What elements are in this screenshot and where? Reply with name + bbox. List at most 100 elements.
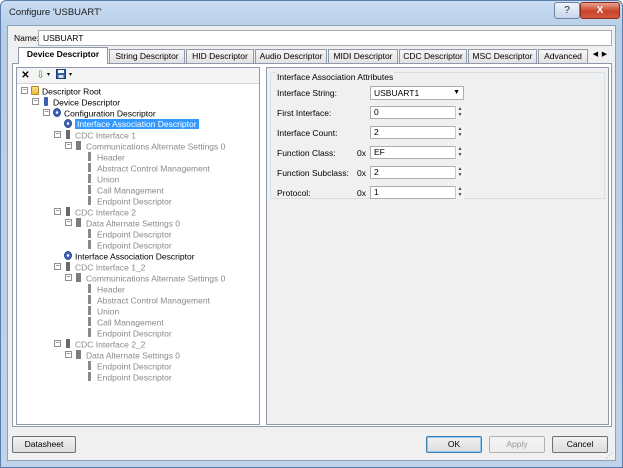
ok-button[interactable]: OK (426, 436, 482, 453)
interface-string-select[interactable]: USBUART1 ▼ (370, 86, 464, 100)
tree-node-label: Configuration Descriptor (64, 108, 156, 119)
collapse-toggle-icon[interactable]: − (54, 340, 61, 348)
tree-node[interactable]: Endpoint Descriptor (76, 240, 172, 251)
tree-node[interactable]: − Data Alternate Settings 0 (65, 218, 180, 229)
tree-node[interactable]: − CDC Interface 2_2 (54, 339, 145, 350)
apply-button[interactable]: Apply (489, 436, 545, 453)
item-icon (88, 196, 91, 206)
tree-node[interactable]: Abstract Control Management (76, 295, 210, 306)
function-class-row: Function Class: 0x EF ▲ ▼ (277, 146, 605, 160)
collapse-toggle-icon[interactable]: − (54, 208, 61, 216)
tree-node-label: Descriptor Root (42, 86, 102, 97)
collapse-toggle-icon[interactable]: − (54, 131, 61, 139)
item-icon (88, 361, 91, 371)
tree-node-label: Call Management (97, 317, 164, 328)
tree-node-label: Device Descriptor (53, 97, 121, 108)
tree-node[interactable]: Abstract Control Management (76, 163, 210, 174)
tree-node[interactable]: − Configuration Descriptor (43, 108, 156, 119)
collapse-toggle-icon[interactable]: − (43, 109, 50, 117)
tree-node[interactable]: Union (76, 306, 119, 317)
tab-string-descriptor[interactable]: String Descriptor (109, 49, 185, 63)
save-dropdown-chevron-icon[interactable]: ▾ (67, 69, 74, 82)
spin-down-icon[interactable]: ▼ (456, 192, 464, 198)
protocol-row: Protocol: 0x 1 ▲ ▼ (277, 186, 605, 200)
interface-count-spinner[interactable]: ▲ ▼ (455, 126, 464, 139)
tab-midi-descriptor[interactable]: MIDI Descriptor (328, 49, 398, 63)
tree-node[interactable]: Endpoint Descriptor (76, 196, 172, 207)
tab-cdc-descriptor[interactable]: CDC Descriptor (399, 49, 467, 63)
tree-node[interactable]: − Communications Alternate Settings 0 (65, 141, 225, 152)
tree-node[interactable]: − CDC Interface 2 (54, 207, 136, 218)
tree-node[interactable]: − Descriptor Root (21, 86, 101, 97)
tree-node[interactable]: − CDC Interface 1_2 (54, 262, 145, 273)
collapse-toggle-icon[interactable]: − (54, 263, 61, 271)
function-subclass-spinner[interactable]: ▲ ▼ (455, 166, 464, 179)
first-interface-spinner[interactable]: ▲ ▼ (455, 106, 464, 119)
tree-node-label: Union (97, 306, 120, 317)
collapse-toggle-icon[interactable]: − (21, 87, 28, 95)
spin-down-icon[interactable]: ▼ (456, 172, 464, 178)
tree-node[interactable]: Endpoint Descriptor (76, 361, 172, 372)
interface-association-attributes-group: Interface Association Attributes Interfa… (270, 72, 605, 199)
tree-node[interactable]: − CDC Interface 1 (54, 130, 136, 141)
tab-advanced[interactable]: Advanced (538, 49, 588, 63)
interface-count-input[interactable]: 2 (370, 126, 464, 139)
tab-msc-descriptor[interactable]: MSC Descriptor (468, 49, 537, 63)
function-subclass-input[interactable]: 2 (370, 166, 464, 179)
protocol-spinner[interactable]: ▲ ▼ (455, 186, 464, 199)
descriptor-tree-pane: ✕ ⇩ ▾ ▾ − Descriptor Root − Device Descript… (16, 67, 260, 425)
tree-node-label: Interface Association Descriptor (75, 119, 199, 130)
collapse-toggle-icon[interactable]: − (65, 274, 72, 282)
resize-grip-icon[interactable]: ⋰ (606, 452, 614, 460)
function-subclass-label: Function Subclass: (277, 168, 349, 178)
first-interface-input[interactable]: 0 (370, 106, 464, 119)
tab-audio-descriptor[interactable]: Audio Descriptor (255, 49, 327, 63)
tree-node-label: Communications Alternate Settings 0 (86, 141, 226, 152)
tree-node-label: Data Alternate Settings 0 (86, 218, 181, 229)
collapse-toggle-icon[interactable]: − (32, 98, 39, 106)
tree-node[interactable]: Call Management (76, 185, 164, 196)
item-icon (88, 174, 91, 184)
spin-down-icon[interactable]: ▼ (456, 132, 464, 138)
add-dropdown-chevron-icon[interactable]: ▾ (45, 69, 52, 82)
function-class-spinner[interactable]: ▲ ▼ (455, 146, 464, 159)
spin-down-icon[interactable]: ▼ (456, 112, 464, 118)
tree-node-label: Interface Association Descriptor (75, 251, 195, 262)
pane-splitter[interactable] (261, 67, 265, 425)
help-button[interactable]: ? (554, 2, 580, 19)
tree-node[interactable]: Call Management (76, 317, 164, 328)
tree-node-label: Endpoint Descriptor (97, 372, 172, 383)
tree-node[interactable]: Endpoint Descriptor (76, 372, 172, 383)
save-icon[interactable] (55, 69, 66, 82)
close-button[interactable]: X (580, 2, 620, 19)
delete-icon[interactable]: ✕ (20, 69, 31, 82)
tree-node[interactable]: Endpoint Descriptor (76, 229, 172, 240)
alternate-icon (76, 141, 81, 151)
tab-device-descriptor[interactable]: Device Descriptor (18, 47, 108, 64)
item-icon (88, 295, 91, 305)
tab-hid-descriptor[interactable]: HID Descriptor (186, 49, 254, 63)
tree-node[interactable]: − Communications Alternate Settings 0 (65, 273, 225, 284)
tab-scroll-left-icon[interactable]: ◀ (591, 49, 600, 61)
tree-node[interactable]: Interface Association Descriptor (54, 251, 195, 262)
tree-node[interactable]: Union (76, 174, 119, 185)
tree-node[interactable]: Interface Association Descriptor (54, 119, 199, 130)
interface-icon (66, 262, 70, 272)
collapse-toggle-icon[interactable]: − (65, 219, 72, 227)
name-input[interactable]: USBUART (38, 30, 612, 46)
tree-node[interactable]: Endpoint Descriptor (76, 328, 172, 339)
tree-node[interactable]: − Data Alternate Settings 0 (65, 350, 180, 361)
cancel-button[interactable]: Cancel (552, 436, 608, 453)
tree-node[interactable]: − Device Descriptor (32, 97, 120, 108)
tab-scroll-right-icon[interactable]: ▶ (600, 49, 609, 61)
protocol-input[interactable]: 1 (370, 186, 464, 199)
title-bar[interactable]: Configure 'USBUART' ? X (1, 1, 622, 25)
tree-node-label: Data Alternate Settings 0 (86, 350, 181, 361)
collapse-toggle-icon[interactable]: − (65, 142, 72, 150)
collapse-toggle-icon[interactable]: − (65, 351, 72, 359)
function-class-input[interactable]: EF (370, 146, 464, 159)
tree-node[interactable]: Header (76, 152, 125, 163)
datasheet-button[interactable]: Datasheet (12, 436, 76, 453)
spin-down-icon[interactable]: ▼ (456, 152, 464, 158)
tree-node[interactable]: Header (76, 284, 125, 295)
